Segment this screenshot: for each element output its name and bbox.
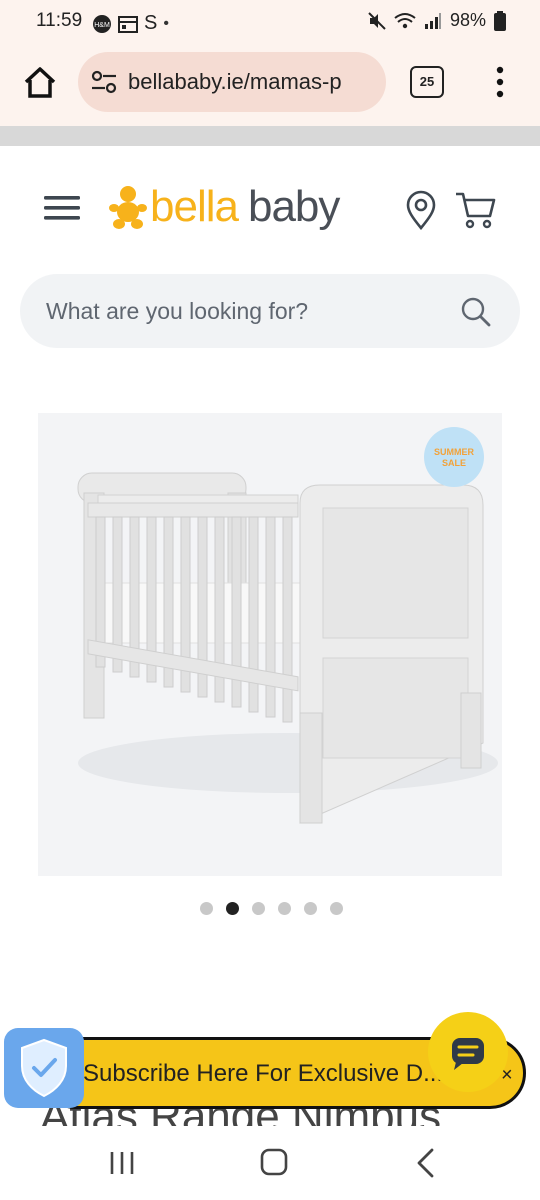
home-nav-icon[interactable] xyxy=(260,1148,288,1176)
mute-icon xyxy=(368,11,386,30)
subscribe-text[interactable]: Subscribe Here For Exclusive D... xyxy=(83,1060,443,1088)
notification-icons: H&M S • xyxy=(92,12,169,35)
battery-percent: 98% xyxy=(449,10,486,30)
site-logo[interactable]: bella baby xyxy=(108,182,340,232)
sale-badge-line1: SUMMER xyxy=(434,447,474,457)
address-bar[interactable]: bellababy.ie/mamas-p xyxy=(78,52,386,112)
system-navigation-bar xyxy=(0,1126,540,1200)
more-options-icon[interactable] xyxy=(492,64,508,100)
carousel-dot[interactable] xyxy=(200,902,213,915)
search-placeholder: What are you looking for? xyxy=(46,298,309,324)
summer-sale-badge: SUMMER SALE xyxy=(424,427,484,487)
hamburger-menu-icon[interactable] xyxy=(44,194,80,222)
product-image[interactable]: SUMMER SALE xyxy=(38,413,502,876)
chat-bubble-icon xyxy=(452,1038,484,1070)
status-bar: 11:59 H&M S • 98% xyxy=(0,0,540,44)
cot-bed-image xyxy=(77,472,498,824)
recent-apps-icon[interactable] xyxy=(108,1150,136,1176)
site-header: bella baby xyxy=(0,146,540,266)
wifi-icon xyxy=(394,12,416,28)
page-top-divider xyxy=(0,126,540,146)
hm-app-icon: H&M xyxy=(93,14,111,33)
chat-button[interactable] xyxy=(428,1012,508,1092)
more-notifications-dot: • xyxy=(163,14,169,32)
store-locator-icon[interactable] xyxy=(404,190,438,230)
search-icon[interactable] xyxy=(460,296,492,328)
system-icons: 98% xyxy=(368,10,506,31)
logo-text-baby: baby xyxy=(247,182,340,231)
carousel-dot[interactable] xyxy=(252,902,265,915)
browser-toolbar: bellababy.ie/mamas-p 25 xyxy=(0,44,540,126)
carousel-dot[interactable] xyxy=(330,902,343,915)
carousel-dot[interactable] xyxy=(304,902,317,915)
svg-text:H&M: H&M xyxy=(94,22,110,29)
carousel-dot-active[interactable] xyxy=(226,902,239,915)
back-icon[interactable] xyxy=(414,1148,436,1178)
url-text[interactable]: bellababy.ie/mamas-p xyxy=(128,69,378,95)
site-settings-icon[interactable] xyxy=(90,68,118,96)
shield-icon xyxy=(21,1038,67,1098)
baby-logo-icon xyxy=(109,186,147,229)
carrier-glyph: S xyxy=(144,12,158,34)
status-time: 11:59 xyxy=(36,10,83,31)
signal-icon xyxy=(424,12,441,29)
sale-badge-line2: SALE xyxy=(441,458,466,468)
privacy-shield-button[interactable] xyxy=(4,1028,84,1108)
search-input[interactable]: What are you looking for? xyxy=(20,274,520,348)
calendar-icon xyxy=(118,15,138,33)
logo-text-bella: bella xyxy=(150,182,239,231)
tab-switcher-button[interactable]: 25 xyxy=(410,66,444,98)
battery-icon xyxy=(494,10,506,31)
cart-icon[interactable] xyxy=(454,190,498,230)
carousel-indicator xyxy=(200,902,343,915)
carousel-dot[interactable] xyxy=(278,902,291,915)
home-icon[interactable] xyxy=(20,62,60,102)
